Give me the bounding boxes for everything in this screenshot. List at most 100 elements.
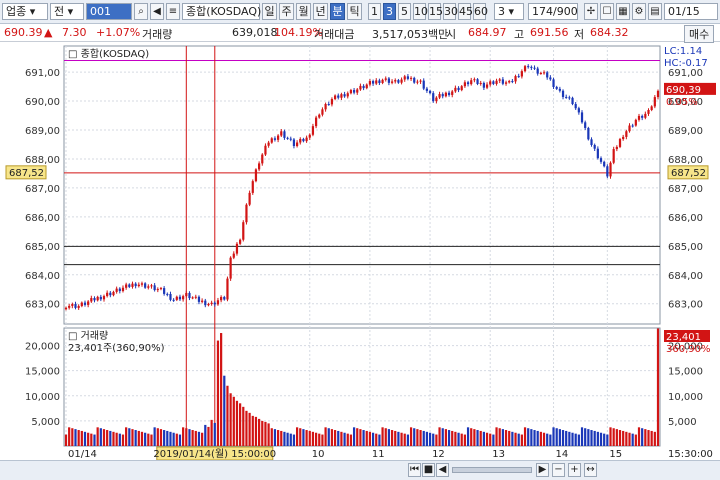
minute-tab-6[interactable]: 45 [458,3,473,20]
candle-body [182,296,185,300]
fit-icon[interactable]: ↔ [584,463,597,477]
volume-bar [397,431,400,446]
candle-body [514,76,517,82]
period-tab-1[interactable]: 주 [279,3,294,20]
minute-tab-3[interactable]: 10 [413,3,428,20]
candle-body [533,67,536,69]
checkbox-icon[interactable]: ☐ [600,3,614,20]
candle-body [384,78,387,80]
volume-bar [375,433,378,446]
price-axis-tick-left: 689,00 [25,126,60,137]
volume-bar [337,430,340,446]
settings-icon[interactable]: ⚙ [632,3,646,20]
period-tab-2[interactable]: 월 [296,3,311,20]
calendar-icon[interactable]: ▤ [648,3,662,20]
price-volume-chart[interactable]: 683,00 683,00 684,00 684,00 685,00 685,00 686,… [0,42,720,460]
period-tab-0[interactable]: 일 [262,3,277,20]
volume-bar [400,432,403,446]
candle-body [587,127,590,140]
candle-body [267,142,270,146]
next-icon[interactable]: ▶ [536,463,549,477]
candle-body [137,284,140,287]
candle-body [102,296,106,300]
minute-tab-1[interactable]: 3 [383,3,396,20]
volume-bar [166,430,169,446]
time-axis-tick: 01/14 [68,449,97,460]
volume-bar [565,430,568,446]
candle-body [378,80,381,83]
open-label: 시 [446,28,457,41]
price-axis-tick-right: 691,00 [668,68,703,79]
grid-icon[interactable]: ▦ [616,3,630,20]
candle-body [603,161,606,167]
volume-bar [457,432,460,446]
search-icon[interactable]: ⌕ [134,3,148,20]
scroll-track[interactable] [452,467,532,473]
candle-body [416,81,419,83]
price-axis-tick-left: 687,00 [25,184,60,195]
candle-body [451,91,454,95]
candle-body [175,296,178,300]
zoom-in-icon[interactable]: + [568,463,581,477]
volume-bar [311,431,315,446]
price-info-bar: 690.39 ▲ 7.30 +1.07% 거래량 639,018 104.19%… [0,24,720,43]
scope-select[interactable]: 전 ▾ [50,3,84,20]
zoom-out-icon[interactable]: − [552,463,565,477]
minute-tab-5[interactable]: 30 [443,3,458,20]
candle-body [634,119,637,126]
time-axis-tick: 15 [609,449,622,460]
candle-body [128,284,131,287]
stop-icon[interactable]: ■ [422,463,435,477]
buy-button[interactable]: 매수 [684,25,715,43]
minute-tab-4[interactable]: 15 [428,3,443,20]
volume-bar [87,432,90,446]
volume-bar [295,427,299,446]
menu-icon[interactable]: ≡ [166,3,180,20]
volume-bar [125,427,128,446]
volume-bar [352,427,356,446]
market-select[interactable]: 업종 ▾ [2,3,48,20]
volume-bar [330,429,334,446]
period-tab-3[interactable]: 년 [313,3,328,20]
candle-body [226,278,229,300]
volume-bar [258,418,261,446]
minute-tab-0[interactable]: 1 [368,3,381,20]
candle-body [305,137,308,142]
volume-pane-title: □ 거래량 [68,330,108,342]
volume-bar [451,430,454,446]
candle-body [571,97,574,105]
current-price-label: 690,39 [666,85,701,96]
candle-body [641,115,644,118]
volume-bar [83,431,87,446]
candle-body [204,300,207,306]
first-page-icon[interactable]: ⏮ [408,463,421,477]
count-select[interactable]: 3 ▾ [494,3,524,20]
candle-body [454,87,457,92]
minute-tab-2[interactable]: 5 [398,3,411,20]
volume-bar [425,431,429,446]
speaker-icon[interactable]: ◀ [150,3,164,20]
candle-body [590,139,593,145]
volume-bar [283,431,286,446]
volume-bar [106,430,109,446]
candle-body [425,88,429,91]
volume-bar [270,428,273,446]
page-counter: 174/900 [528,3,578,20]
date-field[interactable]: 01/15 [664,3,718,20]
volume-bar [384,428,387,446]
volume-bar [365,430,368,446]
period-tab-5[interactable]: 틱 [347,3,362,20]
volume-axis-tick-left: 20,000 [25,342,60,353]
volume-bar [191,430,194,446]
code-input[interactable]: 001 [86,3,132,20]
candle-body [609,162,612,177]
crosshair-icon[interactable]: ✢ [584,3,598,20]
candle-body [96,296,99,301]
candle-body [413,77,416,83]
minute-tab-7[interactable]: 60 [473,3,488,20]
volume-bar [558,429,561,446]
prev-icon[interactable]: ◀ [436,463,449,477]
candle-body [539,72,542,74]
current-change-label: 0.05% [666,97,698,108]
period-tab-4[interactable]: 분 [330,3,345,20]
